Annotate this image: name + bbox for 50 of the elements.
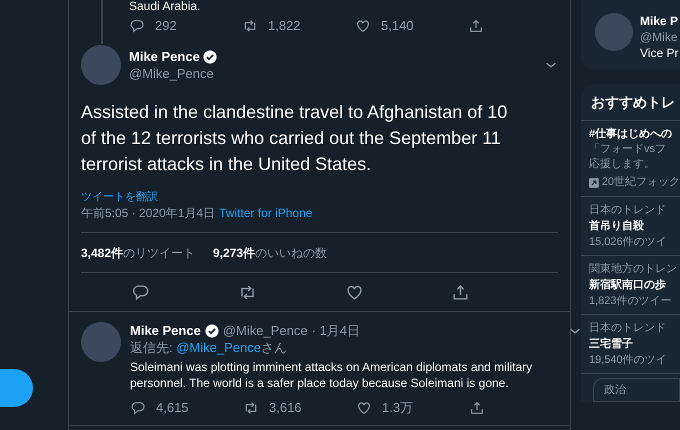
trend-description: 「フォードvsフ: [589, 142, 667, 157]
user-handle[interactable]: @Mike_Pence: [222, 322, 308, 339]
trend-name[interactable]: 新宿駅南口の歩: [589, 277, 680, 293]
tweet-text: Saudi Arabia.: [129, 0, 200, 13]
trends-title: おすすめトレ: [581, 84, 680, 121]
action-count: 1.3万: [382, 399, 414, 417]
promoter-name[interactable]: 20世紀フォック: [602, 175, 680, 190]
mention-link[interactable]: @Mike_Pence: [176, 340, 261, 355]
action-count: 292: [155, 17, 177, 35]
tweet-text: Assisted in the clandestine travel to Afghanistan of 10 of the 12 terrorists who carried out the September 11 terrorist attacks in the United States.: [81, 101, 508, 176]
reply-to-text: 返信先: @Mike_Penceさん: [130, 339, 288, 357]
tweet-timestamp: 午前5:05 · 2020年1月4日: [81, 205, 216, 221]
profile-handle[interactable]: @Mike: [640, 29, 678, 45]
trend-context: 日本のトレンド: [589, 203, 667, 218]
trend-name[interactable]: 首吊り自殺: [589, 218, 680, 234]
tweet-text: Soleimani was plotting imminent attacks on American diplomats and military personnel. The world is a safer place today because Soleimani is gone.: [130, 359, 534, 391]
retweet-icon[interactable]: [242, 18, 258, 34]
topic-chip[interactable]: 政治: [593, 378, 680, 402]
user-handle[interactable]: @Mike_Pence: [129, 65, 536, 82]
profile-name[interactable]: Mike P: [640, 13, 678, 29]
speech-bubble-icon[interactable]: [130, 400, 146, 416]
engagement-count-link[interactable]: 3,482件のリツイート: [81, 244, 196, 262]
heart-icon[interactable]: [355, 18, 371, 34]
trend-count: 1,823件のツイー: [589, 294, 673, 309]
action-count: 4,615: [156, 399, 189, 417]
trend-context: 日本のトレンド: [589, 321, 667, 336]
retweet-icon[interactable]: [243, 400, 259, 416]
heart-icon[interactable]: [356, 400, 372, 416]
engagement-count-link[interactable]: 9,273件のいいねの数: [213, 244, 328, 262]
speech-bubble-icon[interactable]: [129, 18, 145, 34]
profile-bio: Vice Pr: [640, 45, 678, 61]
tweet-date[interactable]: · 1月4日: [312, 322, 564, 339]
share-icon[interactable]: [451, 282, 470, 302]
trend-description: 応援します。: [589, 157, 656, 172]
trend-context: 関東地方のトレン: [589, 262, 678, 277]
promoted-icon: [589, 178, 599, 188]
trend-name[interactable]: #仕事はじめへの: [589, 127, 680, 142]
trend-count: 15,026件のツイ: [589, 235, 668, 250]
speech-bubble-icon[interactable]: [131, 282, 150, 302]
translate-link[interactable]: ツイートを翻訳: [81, 190, 158, 204]
share-icon[interactable]: [469, 400, 485, 416]
user-name[interactable]: Mike Pence: [129, 48, 200, 65]
action-count: 3,616: [269, 399, 302, 417]
trend-name[interactable]: 三宅雪子: [589, 336, 680, 352]
share-icon[interactable]: [468, 18, 484, 34]
action-count: 5,140: [381, 17, 414, 35]
trend-count: 19,540件のツイ: [589, 353, 668, 368]
user-name[interactable]: Mike Pence: [130, 322, 201, 339]
action-count: 1,822: [268, 17, 301, 35]
tweet-source-link[interactable]: Twitter for iPhone: [219, 205, 312, 221]
